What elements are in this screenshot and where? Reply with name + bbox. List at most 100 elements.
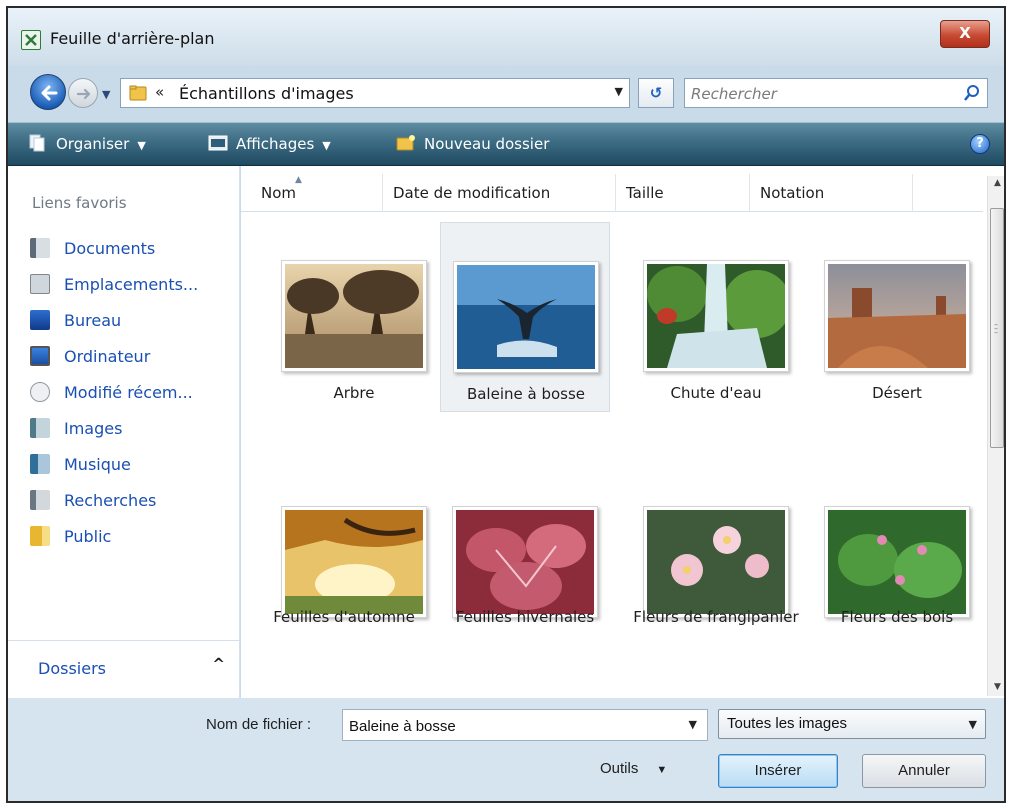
file-list-pane: Nom ▲ Date de modification Taille Notati… <box>241 166 1004 698</box>
views-icon <box>208 135 228 151</box>
file-item-label: Chute d'eau <box>670 384 762 402</box>
column-header-row: Nom ▲ Date de modification Taille Notati… <box>241 174 983 212</box>
window-title: Feuille d'arrière-plan <box>50 29 215 48</box>
folders-toggle[interactable]: Dossiers ^ <box>8 640 239 698</box>
file-name-label: Nom de fichier : <box>206 716 312 733</box>
nav-item-computer[interactable]: Ordinateur <box>30 346 235 370</box>
breadcrumb-separator[interactable]: « <box>155 83 164 101</box>
thumbnail-image <box>281 506 427 618</box>
nav-item-searches[interactable]: Recherches <box>30 490 235 514</box>
new-folder-icon <box>396 135 415 151</box>
file-item-label: Feuilles hivernales <box>455 608 595 626</box>
nav-item-label: Bureau <box>64 311 122 330</box>
bottom-panel: Nom de fichier : ▼ Toutes les images ▼ O… <box>8 698 1004 801</box>
command-bar: Organiser ▼ Affichages ▼ Nouveau dossier ? <box>8 122 1004 166</box>
sort-ascending-icon: ▲ <box>295 175 302 185</box>
file-item-label: Désert <box>872 384 922 402</box>
file-item-label: Fleurs de frangipanier <box>633 608 799 626</box>
thumbnail-image <box>453 261 599 373</box>
refresh-button[interactable]: ↺ <box>638 78 674 108</box>
nav-item-music[interactable]: Musique <box>30 454 235 478</box>
nav-item-label: Ordinateur <box>64 347 151 366</box>
organize-button[interactable]: Organiser ▼ <box>28 134 146 153</box>
nav-item-recent[interactable]: Modifié récem... <box>30 382 235 406</box>
column-rating[interactable]: Notation <box>750 174 913 212</box>
scrollbar-thumb[interactable]: – – – <box>990 208 1004 448</box>
nav-item-pictures[interactable]: Images <box>30 418 235 442</box>
file-item-fleurs-des-bois[interactable]: Fleurs des bois <box>802 468 972 658</box>
searches-icon <box>30 490 50 510</box>
nav-item-network-places[interactable]: Emplacements... <box>30 274 235 298</box>
views-button[interactable]: Affichages ▼ <box>208 134 331 153</box>
navigation-pane: Liens favoris Documents Emplacements... … <box>8 166 240 698</box>
organize-label: Organiser <box>56 135 130 153</box>
file-item-chute-deau[interactable]: Chute d'eau <box>621 222 791 412</box>
back-button[interactable] <box>30 74 66 110</box>
close-button[interactable]: X <box>940 20 990 48</box>
music-icon <box>30 454 50 474</box>
new-folder-button[interactable]: Nouveau dossier <box>396 134 549 153</box>
pictures-icon <box>30 418 50 438</box>
column-name[interactable]: Nom ▲ <box>251 174 383 212</box>
chevron-up-icon[interactable]: ^ <box>212 655 225 673</box>
title-bar: Feuille d'arrière-plan X <box>8 8 1004 66</box>
views-label: Affichages <box>236 135 315 153</box>
file-name-combobox[interactable]: ▼ <box>342 709 708 741</box>
nav-item-label: Documents <box>64 239 156 258</box>
nav-item-label: Musique <box>64 455 131 474</box>
desktop-icon <box>30 310 50 330</box>
scroll-up-icon[interactable]: ▲ <box>988 178 1004 188</box>
file-item-label: Fleurs des bois <box>840 608 954 626</box>
tools-menu-button[interactable]: Outils ▼ <box>600 760 667 777</box>
thumbnail-image <box>824 260 970 372</box>
file-type-select[interactable]: Toutes les images ▼ <box>718 709 986 739</box>
folder-icon <box>129 85 147 101</box>
favorite-links-title: Liens favoris <box>32 194 127 212</box>
nav-item-label: Images <box>64 419 123 438</box>
search-box[interactable] <box>684 78 988 108</box>
address-bar[interactable]: « Échantillons d'images ▼ <box>120 78 630 108</box>
file-item-label: Arbre <box>333 384 375 402</box>
file-item-label: Baleine à bosse <box>466 385 586 403</box>
vertical-scrollbar[interactable]: ▲ – – – ▼ <box>987 176 1004 696</box>
tools-label: Outils <box>600 760 639 777</box>
file-item-arbre[interactable]: Arbre <box>259 222 429 412</box>
new-folder-label: Nouveau dossier <box>424 135 550 153</box>
thumbnail-image <box>824 506 970 618</box>
file-item-baleine[interactable]: Baleine à bosse <box>440 222 610 412</box>
file-type-dropdown-icon: ▼ <box>968 718 977 731</box>
nav-item-label: Modifié récem... <box>64 383 193 402</box>
organize-dropdown-icon: ▼ <box>137 139 146 152</box>
column-size[interactable]: Taille <box>616 174 750 212</box>
breadcrumb-path[interactable]: Échantillons d'images <box>179 84 354 103</box>
nav-item-desktop[interactable]: Bureau <box>30 310 235 334</box>
cancel-button[interactable]: Annuler <box>862 754 986 788</box>
help-icon[interactable]: ? <box>970 134 990 154</box>
file-item-label: Feuilles d'automne <box>273 608 415 626</box>
scroll-down-icon[interactable]: ▼ <box>988 682 1004 692</box>
forward-button[interactable] <box>68 78 98 108</box>
file-item-feuilles-hivernales[interactable]: Feuilles hivernales <box>440 468 610 658</box>
address-dropdown-icon[interactable]: ▼ <box>615 85 623 98</box>
search-icon[interactable] <box>963 84 981 102</box>
organize-icon <box>29 134 45 152</box>
recent-icon <box>30 382 50 402</box>
nav-item-public[interactable]: Public <box>30 526 235 550</box>
insert-button[interactable]: Insérer <box>718 754 838 788</box>
documents-icon <box>30 238 50 258</box>
history-dropdown-icon[interactable]: ▼ <box>102 88 110 101</box>
nav-item-documents[interactable]: Documents <box>30 238 235 262</box>
tools-dropdown-icon: ▼ <box>656 764 668 776</box>
thumbnail-image <box>643 506 789 618</box>
file-item-desert[interactable]: Désert <box>802 222 972 412</box>
file-item-fleurs-de-frangipanier[interactable]: Fleurs de frangipanier <box>621 468 799 658</box>
file-name-input[interactable] <box>349 715 669 737</box>
file-type-value: Toutes les images <box>727 715 848 732</box>
column-name-label: Nom <box>261 184 297 202</box>
search-input[interactable] <box>691 83 951 105</box>
column-date-modified[interactable]: Date de modification <box>383 174 616 212</box>
file-name-dropdown-icon[interactable]: ▼ <box>689 718 697 731</box>
thumbnail-image <box>643 260 789 372</box>
file-item-feuilles-dautomne[interactable]: Feuilles d'automne <box>259 468 429 658</box>
nav-item-label: Recherches <box>64 491 157 510</box>
